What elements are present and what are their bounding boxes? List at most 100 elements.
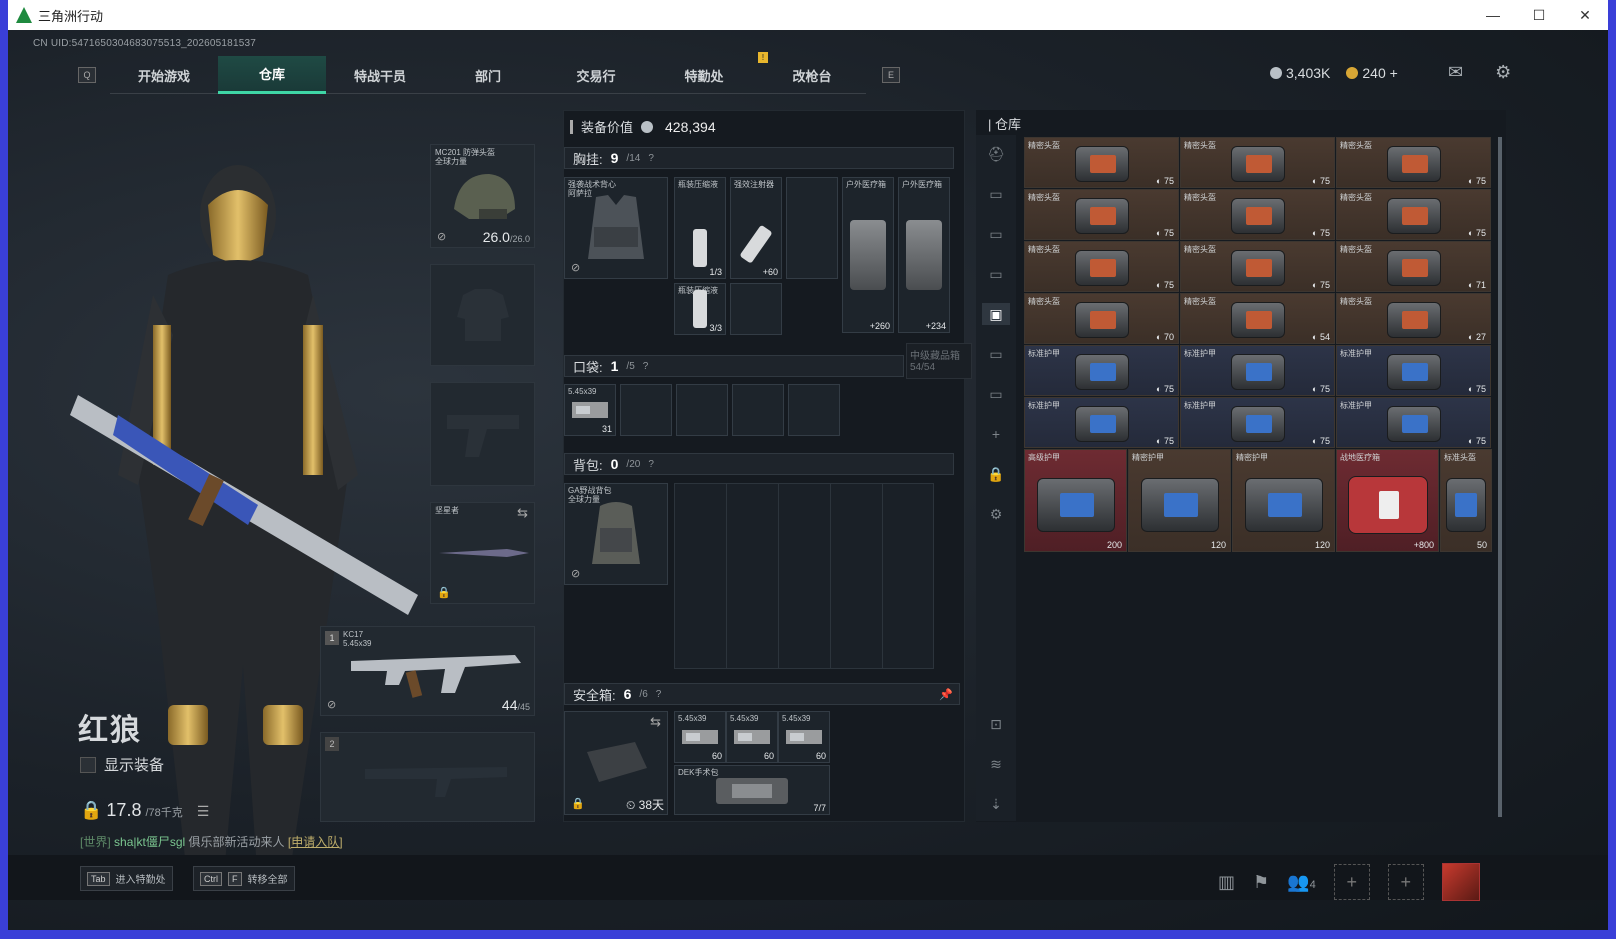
nav-tab[interactable]: 交易行 [542,56,650,94]
secondary-weapon-slot-empty[interactable]: 2 [320,732,535,822]
pocket-slot[interactable] [676,384,728,436]
warehouse-item[interactable]: 标准护甲 ◐ 75 [1024,345,1179,396]
chest-item-slot[interactable]: 强效注射器 +60 [730,177,782,279]
primary-weapon-slot[interactable]: 1 KC17 5.45x39 ⊘ 44/45 [320,626,535,716]
misc-filter-icon[interactable]: ⚙ [982,503,1010,525]
warehouse-item[interactable]: 精密头盔 ◐ 75 [1024,137,1179,188]
list-icon[interactable]: ☰ [197,803,210,820]
help-icon[interactable]: ? [656,689,662,700]
warehouse-scrollbar[interactable] [1498,137,1502,817]
medical-filter-icon[interactable]: + [982,423,1010,445]
melee-slot[interactable]: 坚星者 ⇆ 🔒 [430,502,535,604]
nav-tab[interactable]: 改枪台 [758,56,866,94]
swap-icon[interactable]: ⇆ [517,505,528,521]
show-equipment-toggle[interactable]: 显示装备 [80,754,164,775]
warehouse-item[interactable]: 精密头盔 ◐ 75 [1024,189,1179,240]
helmet-filter-icon[interactable]: ⛑ [982,143,1010,165]
transfer-icon[interactable]: ⇣ [982,793,1010,815]
safebox-ammo-slot[interactable]: 5.45x39 60 [674,711,726,763]
pocket-slot[interactable]: 5.45x39 31 [564,384,616,436]
warehouse-item[interactable]: 精密头盔 ◐ 75 [1024,241,1179,292]
nav-tab[interactable]: 开始游戏 [110,56,218,94]
shotgun-filter-icon[interactable]: ▭ [982,263,1010,285]
warehouse-item-large[interactable]: 精密护甲 120 [1232,449,1335,552]
armor-slot-empty[interactable] [430,264,535,366]
key-filter-icon[interactable]: 🔒 [982,463,1010,485]
settings-gear-icon[interactable]: ⚙ [1495,62,1511,83]
warehouse-item[interactable]: 精密头盔 ◐ 27 [1336,293,1491,344]
minimize-icon[interactable]: — [1470,0,1516,30]
close-icon[interactable]: ✕ [1562,0,1608,30]
nav-tab[interactable]: 特战干员 [326,56,434,94]
warehouse-item[interactable]: 标准护甲 ◐ 75 [1180,397,1335,448]
chat-user[interactable]: sha|kt僵尸sgl [114,835,185,849]
show-equipment-checkbox[interactable] [80,756,96,773]
surgery-kit-slot[interactable]: DEK手术包 7/7 [674,765,830,815]
ammo-filter-icon[interactable]: ▭ [982,343,1010,365]
pocket-slot[interactable] [732,384,784,436]
warehouse-item[interactable]: 精密头盔 ◐ 71 [1336,241,1491,292]
attachment-filter-icon[interactable]: ▭ [982,383,1010,405]
warehouse-item[interactable]: 标准护甲 ◐ 75 [1336,345,1491,396]
warehouse-item-large[interactable]: 精密护甲 120 [1128,449,1231,552]
help-icon[interactable]: ? [648,459,654,470]
stack-icon[interactable]: ≋ [982,753,1010,775]
chat-join-link[interactable]: [申请入队] [288,835,343,849]
help-icon[interactable]: ? [643,361,649,372]
flag-icon[interactable]: ⚑ [1253,872,1269,893]
chest-item-slot[interactable]: 户外医疗箱 +260 [842,177,894,333]
smg-filter-icon[interactable]: ▭ [982,223,1010,245]
chest-item-slot[interactable]: 瓶装压缩液3/3 [674,283,726,335]
game-viewport: CN UID:5471650304683075513_202605181537 … [8,30,1608,930]
pocket-slot[interactable] [788,384,840,436]
nav-key-right[interactable]: E [882,67,900,83]
backpack-slot[interactable]: GA野战背包 全球力量 ⊘ [564,483,668,585]
safebox-slot[interactable]: ⇆ 🔒 ⏲ 38天 [564,711,668,815]
pin-icon[interactable]: 📌 [939,688,953,701]
safebox-ammo-slot[interactable]: 5.45x39 60 [726,711,778,763]
transfer-all-hint[interactable]: Ctrl F 转移全部 [193,866,295,891]
invite-slot-1[interactable]: + [1333,864,1370,900]
nav-key-left[interactable]: Q [78,67,96,83]
warehouse-item[interactable]: 精密头盔 ◐ 75 [1336,189,1491,240]
rifle-filter-icon[interactable]: ▭ [982,183,1010,205]
friends-icon[interactable]: 👥4 [1287,872,1316,893]
nav-tab[interactable]: 仓库 [218,56,326,94]
pocket-slot[interactable] [620,384,672,436]
mail-icon[interactable]: ✉ [1448,62,1463,83]
warehouse-item[interactable]: 精密头盔 ◐ 70 [1024,293,1179,344]
invite-slot-2[interactable]: + [1387,864,1424,900]
add-gold-button[interactable]: + [1390,65,1398,81]
warehouse-item-large[interactable]: 高级护甲 200 [1024,449,1127,552]
chest-item-slot[interactable] [786,177,838,279]
chest-item-slot[interactable] [730,283,782,335]
warehouse-item-large[interactable]: 标准头盔 50 [1440,449,1492,552]
chest-rig-slot[interactable]: 强袭战术背心 阿萨拉 ⊘ [564,177,668,279]
maximize-icon[interactable]: ☐ [1516,0,1562,30]
pistol-slot-empty[interactable] [430,382,535,486]
warehouse-item-large[interactable]: 战地医疗箱 +800 [1336,449,1439,552]
player-avatar[interactable] [1441,863,1480,901]
warehouse-item[interactable]: 标准护甲 ◐ 75 [1336,397,1491,448]
chest-item-slot[interactable]: 瓶装压缩液 1/3 [674,177,726,279]
sort-icon[interactable]: ⊡ [982,713,1010,735]
chest-item-slot[interactable]: 户外医疗箱 +234 [898,177,950,333]
warehouse-item[interactable]: 精密头盔 ◐ 75 [1336,137,1491,188]
warehouse-item[interactable]: 精密头盔 ◐ 75 [1180,137,1335,188]
helmet-slot[interactable]: MC201 防弹头盔 全球力量 ⊘ 26.0/26.0 [430,144,535,248]
gear-filter-icon[interactable]: ▣ [982,303,1010,325]
enter-hq-hint[interactable]: Tab 进入特勤处 [80,866,173,891]
nav-tab[interactable]: 特勤处 [650,56,758,94]
safebox-ammo-slot[interactable]: 5.45x39 60 [778,711,830,763]
notice-icon[interactable]: ! [758,52,768,63]
warehouse-item[interactable]: 精密头盔 ◐ 75 [1180,189,1335,240]
warehouse-item[interactable]: 精密头盔 ◐ 75 [1180,241,1335,292]
nav-tab[interactable]: 部门 [434,56,542,94]
warehouse-item[interactable]: 标准护甲 ◐ 75 [1180,345,1335,396]
help-icon[interactable]: ? [648,153,654,164]
swap-icon[interactable]: ⇆ [650,714,661,730]
stats-icon[interactable]: ▥ [1218,872,1235,893]
warehouse-item[interactable]: 标准护甲 ◐ 75 [1024,397,1179,448]
warehouse-item[interactable]: 精密头盔 ◐ 54 [1180,293,1335,344]
backpack-grid[interactable] [674,483,934,669]
